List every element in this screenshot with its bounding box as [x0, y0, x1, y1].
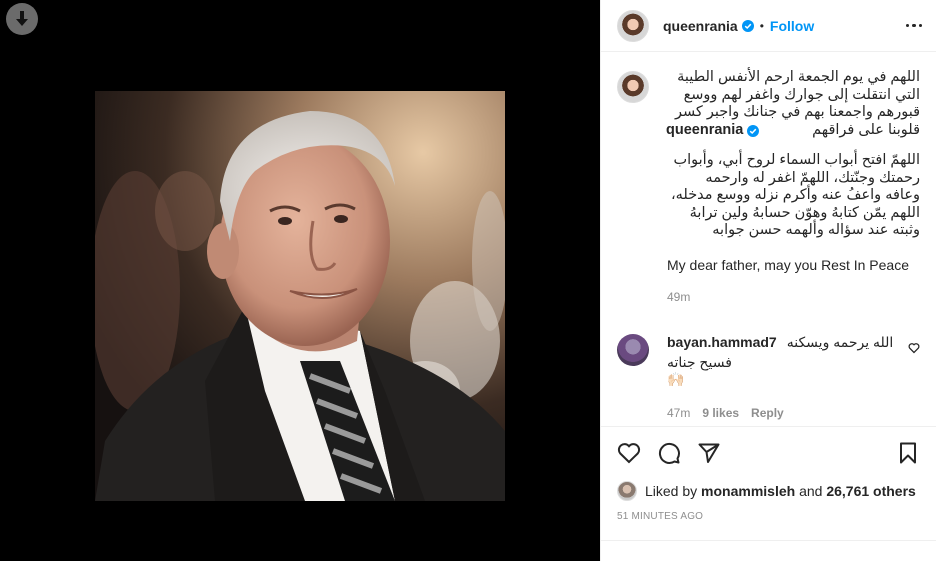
commenter-username[interactable]: bayan.hammad7 [667, 334, 777, 351]
comment-item: bayan.hammad7 الله يرحمه ويسكنه فسيح جنا… [617, 333, 920, 420]
post-side-panel: queenrania • Follow اللهم في يوم الجمعة … [600, 0, 936, 561]
profile-avatar[interactable] [617, 9, 649, 42]
heart-icon[interactable] [617, 441, 641, 465]
download-icon [16, 11, 28, 26]
comment-icon[interactable] [657, 441, 681, 465]
separator-dot: • [759, 18, 764, 33]
caption-timestamp[interactable]: 49m [667, 290, 920, 304]
liker-avatar[interactable] [617, 481, 637, 501]
verified-badge-icon [741, 19, 754, 32]
post-timestamp[interactable]: 51 MINUTES AGO [617, 511, 920, 522]
comment-text-line2: فسيح جناته 🙌🏻 [667, 353, 732, 387]
verified-badge-icon [747, 124, 760, 137]
follow-button[interactable]: Follow [770, 18, 814, 34]
comment-heart-icon[interactable] [908, 342, 920, 354]
post-header: queenrania • Follow [601, 0, 936, 52]
likes-prefix: Liked by [645, 483, 698, 499]
header-username[interactable]: queenrania [663, 18, 738, 34]
comment-timestamp[interactable]: 47m [667, 406, 690, 420]
portrait-illustration [95, 91, 505, 501]
likes-summary: Liked by monammisleh and 26,761 others [617, 481, 920, 501]
post-media-panel [0, 0, 600, 561]
caption-text: اللهم في يوم الجمعة ارحم الأنفس الطيبة ا… [666, 69, 920, 274]
bookmark-icon[interactable] [896, 441, 920, 465]
caption: اللهم في يوم الجمعة ارحم الأنفس الطيبة ا… [617, 69, 920, 304]
comment-reply-button[interactable]: Reply [751, 406, 784, 420]
comment-text-line1: الله يرحمه ويسكنه [786, 333, 894, 350]
download-button[interactable] [6, 3, 38, 35]
caption-avatar[interactable] [617, 71, 649, 103]
divider [601, 540, 936, 541]
post-actions: Liked by monammisleh and 26,761 others 5… [601, 426, 936, 522]
commenter-avatar[interactable] [617, 333, 649, 366]
comments-section: اللهم في يوم الجمعة ارحم الأنفس الطيبة ا… [601, 53, 936, 425]
more-options-icon[interactable] [905, 23, 922, 28]
share-icon[interactable] [697, 441, 721, 465]
likes-count[interactable]: 26,761 others [826, 483, 916, 499]
post-photo[interactable] [95, 91, 505, 501]
caption-english: My dear father, may you Rest In Peace [667, 256, 910, 273]
caption-username[interactable]: queenrania [666, 122, 743, 140]
likes-and: and [799, 483, 823, 499]
comment-likes[interactable]: 9 likes [702, 406, 739, 420]
liker-username[interactable]: monammisleh [701, 483, 795, 499]
caption-arabic-para2: اللهمّ افتح أبواب السماء لروح أبي، وأبوا… [670, 152, 920, 238]
